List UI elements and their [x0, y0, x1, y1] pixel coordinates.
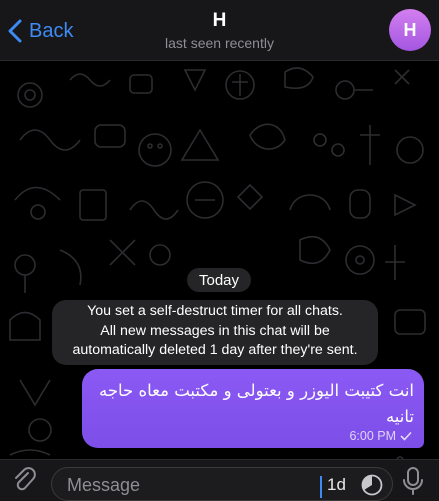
timer-label[interactable]: 1d: [327, 475, 346, 495]
self-destruct-service-message: You set a self-destruct timer for all ch…: [52, 300, 378, 365]
paperclip-icon[interactable]: [12, 466, 36, 494]
message-input[interactable]: [65, 472, 299, 498]
service-line: automatically deleted 1 day after they'r…: [72, 342, 358, 358]
chat-header: Back H last seen recently H: [0, 0, 439, 61]
read-check-icon: [400, 431, 412, 441]
last-seen-status: last seen recently: [165, 35, 274, 51]
message-field[interactable]: 1d: [51, 467, 393, 501]
message-text: انت كتيبت اليوزر و بعتولى و مكتبت معاه ح…: [98, 381, 414, 426]
contact-name: H: [212, 10, 227, 31]
text-cursor: [320, 476, 322, 498]
message-input-bar: 1d: [0, 459, 439, 501]
contact-info[interactable]: H last seen recently: [0, 10, 439, 51]
outgoing-message-bubble[interactable]: انت كتيبت اليوزر و بعتولى و مكتبت معاه ح…: [82, 369, 424, 448]
message-time: 6:00 PM: [349, 429, 396, 443]
microphone-icon[interactable]: [402, 466, 424, 496]
service-line: All new messages in this chat will be: [100, 322, 330, 339]
message-meta: 6:00 PM: [349, 429, 412, 443]
avatar-initial: H: [403, 19, 417, 40]
date-separator: Today: [187, 268, 251, 292]
avatar[interactable]: H: [389, 9, 431, 51]
self-destruct-timer-icon[interactable]: [360, 473, 384, 497]
service-line: You set a self-destruct timer for all ch…: [87, 303, 343, 319]
